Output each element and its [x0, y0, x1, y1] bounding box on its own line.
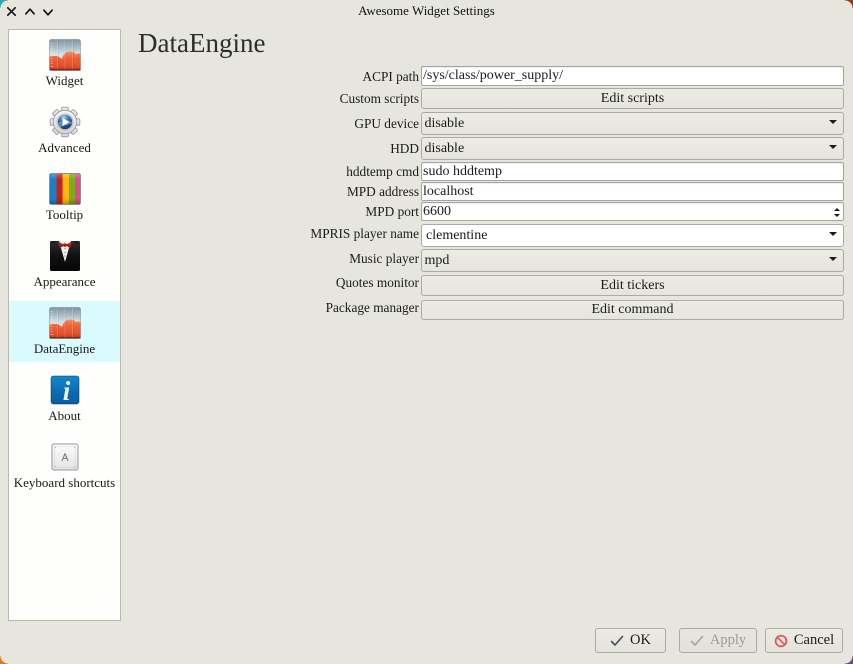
svg-text:i: i	[62, 376, 70, 406]
